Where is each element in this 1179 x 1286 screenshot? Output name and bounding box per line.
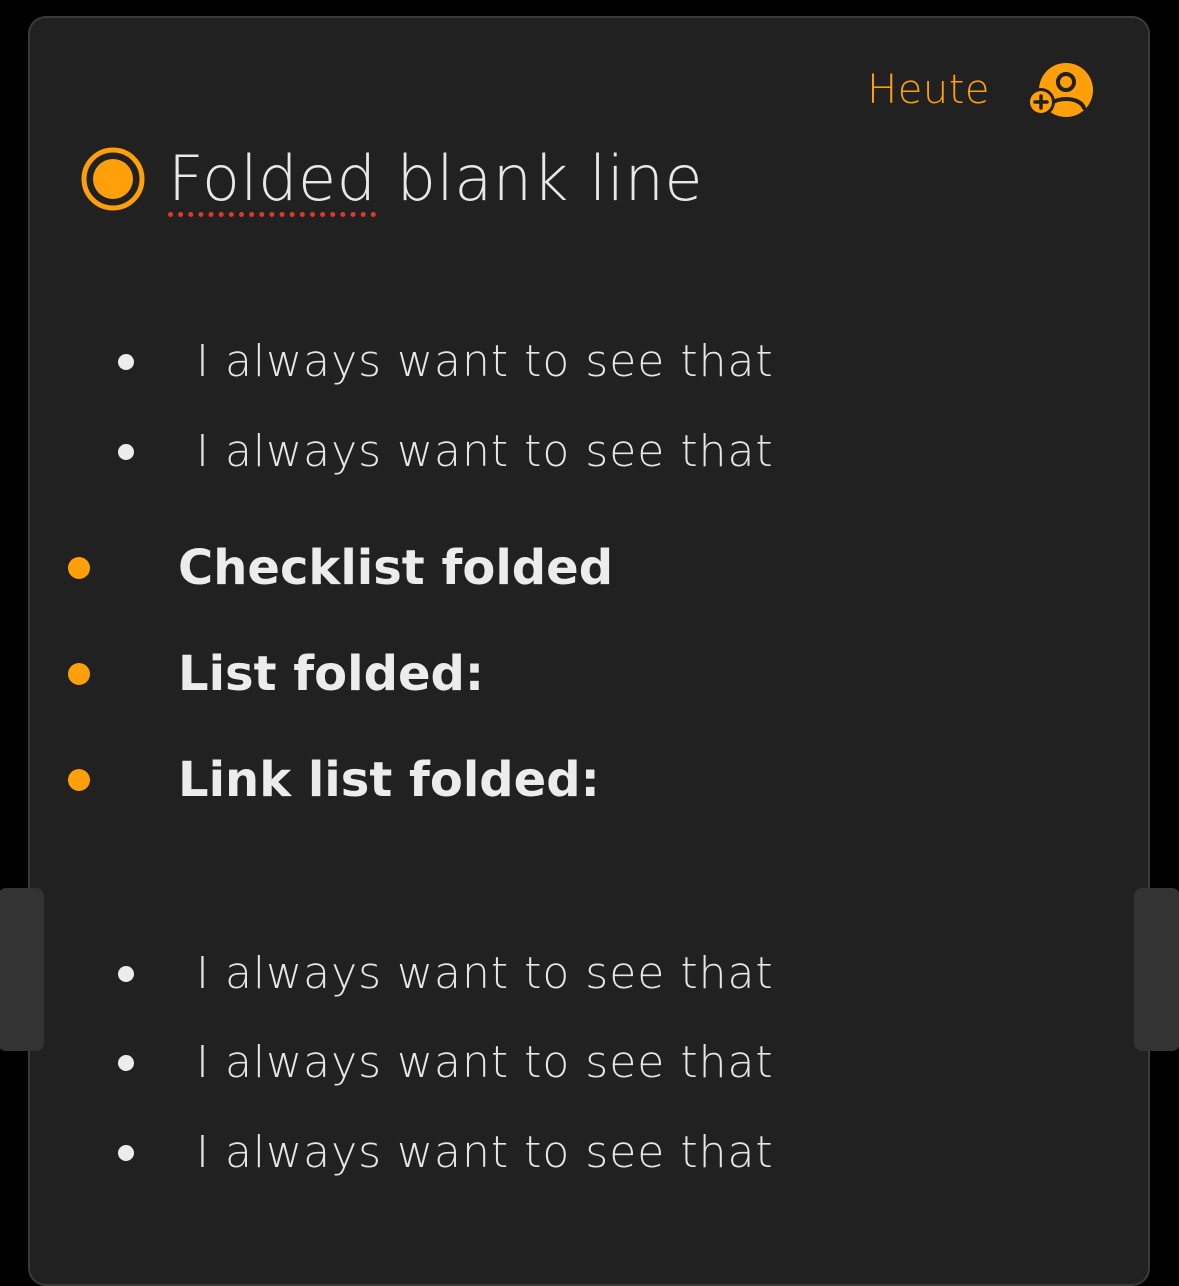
list-item[interactable]: I always want to see that (118, 426, 774, 477)
right-drag-handle[interactable] (1134, 888, 1179, 1051)
note-title-row: Folded blank line (80, 146, 703, 212)
folded-section-label: List folded: (178, 646, 485, 702)
bullet-icon (118, 443, 134, 460)
folded-section-link-list[interactable]: Link list folded: (68, 752, 600, 808)
folded-section-label: Link list folded: (178, 752, 600, 808)
today-link[interactable]: Heute (867, 67, 990, 113)
fold-indicator-icon[interactable] (68, 663, 90, 685)
misspelled-word[interactable]: Folded (168, 142, 376, 215)
folded-section-list[interactable]: List folded: (68, 646, 484, 702)
list-item-text: I always want to see that (196, 1037, 774, 1088)
bullet-icon (118, 965, 134, 982)
list-item[interactable]: I always want to see that (118, 336, 774, 387)
list-item-text: I always want to see that (196, 336, 774, 387)
list-item-text: I always want to see that (196, 1127, 774, 1178)
folded-section-label: Checklist folded (178, 540, 614, 596)
fold-indicator-icon[interactable] (68, 557, 90, 579)
bullet-icon (118, 1144, 134, 1161)
list-item[interactable]: I always want to see that (118, 1127, 774, 1178)
note-title[interactable]: Folded blank line (168, 148, 703, 210)
list-item[interactable]: I always want to see that (118, 1037, 774, 1088)
top-bar: Heute (867, 62, 1094, 118)
list-item[interactable]: I always want to see that (118, 948, 774, 999)
bullet-icon (118, 1054, 134, 1071)
bullet-icon (118, 353, 134, 370)
list-item-text: I always want to see that (196, 426, 774, 477)
folded-section-checklist[interactable]: Checklist folded (68, 540, 613, 596)
left-drag-handle[interactable] (0, 888, 44, 1051)
radio-dot-icon[interactable] (80, 146, 146, 212)
fold-indicator-icon[interactable] (68, 769, 90, 791)
person-add-icon[interactable] (1026, 62, 1094, 118)
list-item-text: I always want to see that (196, 948, 774, 999)
note-card: Heute Folded blank line I always want to… (28, 16, 1150, 1286)
title-rest: blank line (376, 142, 704, 215)
